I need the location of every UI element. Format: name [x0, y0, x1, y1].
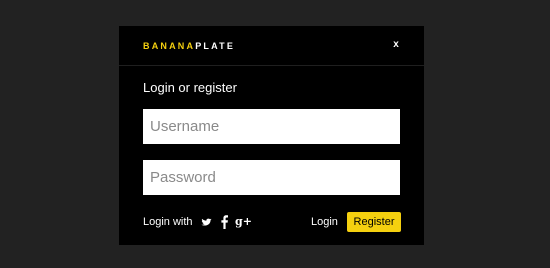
- register-button[interactable]: Register: [347, 212, 401, 232]
- logo-part-white: PLATE: [195, 41, 236, 51]
- close-icon[interactable]: x: [389, 38, 403, 52]
- username-input[interactable]: [143, 109, 400, 144]
- google-plus-icon[interactable]: g+: [235, 215, 252, 229]
- login-modal: BANANAPLATE x Login or register Login wi…: [119, 26, 424, 245]
- modal-title: Login or register: [143, 80, 237, 95]
- modal-header: BANANAPLATE x: [119, 26, 424, 66]
- brand-logo: BANANAPLATE: [143, 41, 235, 51]
- login-with-label: Login with: [143, 216, 193, 228]
- twitter-icon[interactable]: [201, 215, 212, 229]
- modal-footer: Login with g+ Login Register: [143, 212, 401, 232]
- logo-part-yellow: BANANA: [143, 41, 196, 51]
- password-input[interactable]: [143, 160, 400, 195]
- facebook-icon[interactable]: [221, 215, 228, 229]
- login-link[interactable]: Login: [311, 215, 338, 229]
